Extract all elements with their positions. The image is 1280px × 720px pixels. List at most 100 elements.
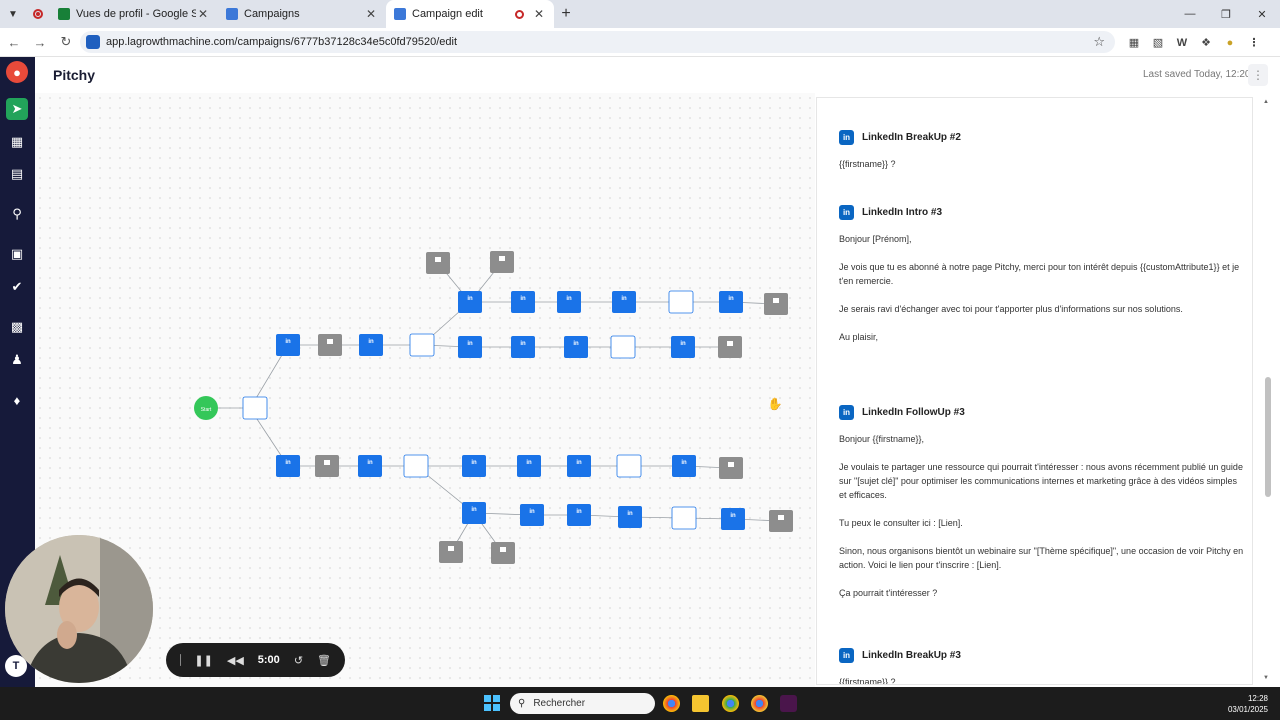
chrome-icon[interactable]: [663, 695, 680, 712]
message-line: Je vois que tu es abonné à notre page Pi…: [839, 262, 1240, 286]
clock-time: 12:28: [1247, 694, 1268, 703]
reload-icon[interactable]: ↻: [54, 34, 78, 50]
wait-step-node: [426, 252, 450, 274]
minimize-icon[interactable]: —: [1172, 0, 1208, 28]
url-field[interactable]: app.lagrowthmachine.com/campaigns/6777b3…: [80, 31, 1115, 53]
wait-icon: [727, 341, 733, 346]
forward-icon[interactable]: →: [28, 35, 52, 50]
wait-step-node: [719, 457, 743, 479]
chrome-profile-icon[interactable]: [722, 695, 739, 712]
clock-date: 03/01/2025: [1227, 705, 1268, 714]
message-linkedin-intro-3[interactable]: in LinkedIn Intro #3 Bonjour [Prénom], Je…: [839, 204, 1244, 344]
close-icon[interactable]: ✕: [196, 7, 210, 21]
message-line: Bonjour [Prénom],: [839, 234, 912, 244]
wait-icon: [324, 460, 330, 465]
contacts-book-icon[interactable]: ▤: [6, 163, 28, 185]
pause-icon[interactable]: ❚❚: [194, 654, 212, 667]
linkedin-step-node: [511, 336, 535, 358]
message-linkedin-breakup-3[interactable]: in LinkedIn BreakUp #3 {{firstname}} ?: [839, 647, 1244, 684]
message-line: {{firstname}} ?: [839, 159, 896, 169]
file-explorer-icon[interactable]: [692, 695, 709, 712]
message-title: LinkedIn Intro #3: [862, 206, 943, 218]
wait-icon: [499, 256, 505, 261]
rewind-icon[interactable]: ◀◀: [227, 654, 244, 667]
message-line: Je serais ravi d'échanger avec toi pour …: [839, 304, 1183, 314]
extension-icon[interactable]: ▧: [1146, 36, 1170, 49]
panel-scrollbar[interactable]: ▲ ▼: [1263, 97, 1272, 685]
linkedin-label: in: [471, 460, 477, 466]
tab-google-sheets[interactable]: Vues de profil - Google Sheets ✕: [50, 0, 218, 28]
restart-icon[interactable]: ↺: [294, 654, 303, 667]
condition-node: [409, 333, 435, 357]
close-window-icon[interactable]: ✕: [1244, 0, 1280, 28]
app-logo[interactable]: ●: [6, 61, 28, 83]
scroll-down-icon[interactable]: ▼: [1263, 675, 1269, 681]
slack-icon[interactable]: [780, 695, 797, 712]
message-line: Je voulais te partager une ressource qui…: [839, 462, 1243, 500]
tab-campaign-edit[interactable]: Campaign edit ✕: [386, 0, 554, 28]
analytics-icon[interactable]: ▦: [6, 131, 28, 153]
condition-node: [403, 454, 429, 478]
scroll-up-icon[interactable]: ▲: [1263, 99, 1269, 105]
campaigns-icon[interactable]: ➤: [6, 98, 28, 120]
bot-icon[interactable]: ▩: [6, 316, 28, 338]
chrome-profile-icon[interactable]: [751, 695, 768, 712]
wait-step-node: [718, 336, 742, 358]
linkedin-step-node: [721, 508, 745, 530]
site-info-icon[interactable]: [86, 35, 100, 49]
wait-icon: [327, 339, 333, 344]
linkedin-step-node: [520, 504, 544, 526]
team-icon[interactable]: ♟: [6, 349, 28, 371]
close-icon[interactable]: ✕: [364, 7, 378, 21]
profile-avatar[interactable]: ●: [1218, 37, 1242, 49]
close-icon[interactable]: ✕: [532, 7, 546, 21]
search-icon[interactable]: ⚲: [6, 203, 28, 225]
linkedin-icon: in: [839, 404, 854, 420]
tab-title: Vues de profil - Google Sheets: [76, 8, 196, 20]
windows-start-icon[interactable]: [484, 695, 500, 711]
tab-search-icon[interactable]: ▼: [0, 0, 26, 28]
linkedin-step-node: [672, 455, 696, 477]
wait-icon: [778, 515, 784, 520]
extension-icon[interactable]: W: [1170, 37, 1194, 49]
linkedin-step-node: [564, 336, 588, 358]
linkedin-step-node: [719, 291, 743, 313]
linkedin-label: in: [285, 460, 291, 466]
condition-node: [242, 396, 268, 420]
linkedin-step-node: [511, 291, 535, 313]
linkedin-label: in: [621, 296, 627, 302]
condition-node: [671, 506, 697, 530]
campaign-title[interactable]: Pitchy: [53, 67, 95, 83]
message-line: Au plaisir,: [839, 332, 879, 342]
webcam-bubble[interactable]: [5, 535, 153, 683]
new-tab-button[interactable]: +: [554, 5, 578, 23]
menu-dots-icon[interactable]: ⋮: [1242, 36, 1266, 49]
linkedin-step-node: [612, 291, 636, 313]
tasks-icon[interactable]: ✔: [6, 276, 28, 298]
taskbar-search[interactable]: ⚲ Rechercher: [510, 693, 655, 714]
extension-icon[interactable]: ▦: [1122, 36, 1146, 49]
linkedin-step-node: [359, 334, 383, 356]
trash-icon[interactable]: 🗑: [317, 654, 331, 667]
wait-step-node: [764, 293, 788, 315]
condition-node: [616, 454, 642, 478]
restore-icon[interactable]: ❐: [1208, 0, 1244, 28]
linkedin-label: in: [728, 296, 734, 302]
clock[interactable]: 12:28 03/01/2025: [1212, 693, 1268, 715]
hand-cursor-icon: ✋: [768, 397, 783, 411]
bookmark-star-icon[interactable]: ☆: [1093, 34, 1105, 50]
bell-icon[interactable]: ♦: [6, 389, 28, 411]
linkedin-step-node: [458, 291, 482, 313]
linkedin-label: in: [566, 296, 572, 302]
inbox-icon[interactable]: ▣: [6, 243, 28, 265]
message-preview-panel[interactable]: in LinkedIn BreakUp #2 {{firstname}} ? in…: [816, 97, 1253, 685]
more-options-button[interactable]: ⋮: [1248, 64, 1268, 86]
message-linkedin-breakup-2[interactable]: in LinkedIn BreakUp #2 {{firstname}} ?: [839, 129, 1244, 171]
tab-campaigns[interactable]: Campaigns ✕: [218, 0, 386, 28]
message-linkedin-followup-3[interactable]: in LinkedIn FollowUp #3 Bonjour {{firstna…: [839, 404, 1244, 600]
linkedin-step-node: [462, 502, 486, 524]
extensions-bar: ▦ ▧ W ❖ ● ⋮: [1122, 28, 1266, 57]
scrollbar-thumb[interactable]: [1265, 377, 1271, 497]
puzzle-icon[interactable]: ❖: [1194, 36, 1218, 49]
back-icon[interactable]: ←: [2, 35, 26, 50]
